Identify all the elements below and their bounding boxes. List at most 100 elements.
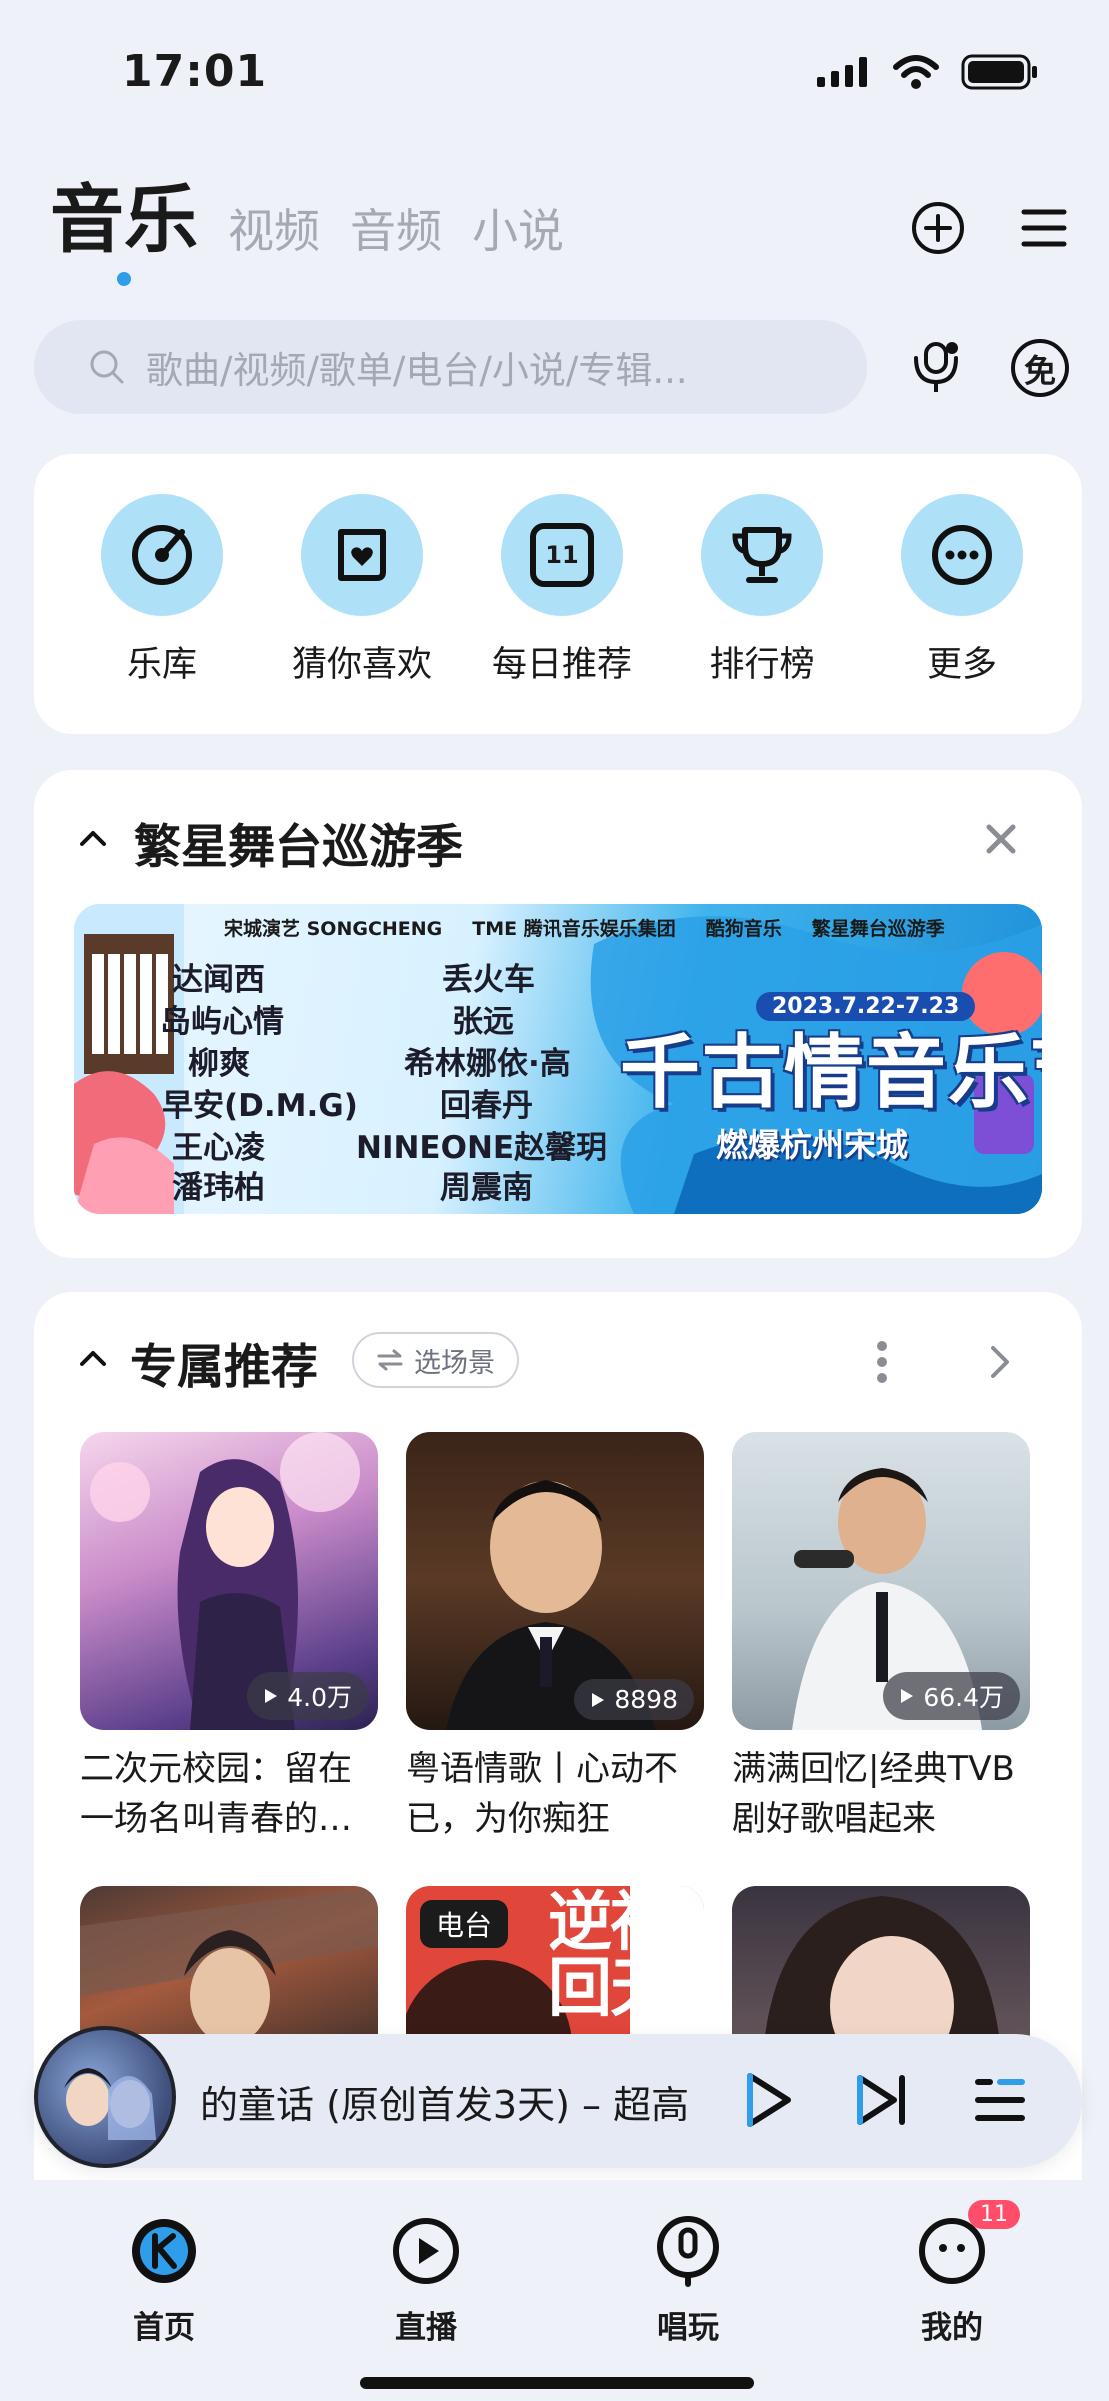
nav-home[interactable]: 首页: [94, 2214, 234, 2347]
music-disc-icon: [132, 525, 192, 585]
artist-name: 早安(D.M.G): [162, 1088, 358, 1124]
quick-entry-more[interactable]: 更多: [872, 494, 1052, 687]
playlist-cover: 66.4万: [732, 1432, 1030, 1730]
voice-search-icon[interactable]: [906, 336, 966, 396]
play-count-badge: 66.4万: [883, 1672, 1020, 1720]
close-icon[interactable]: [984, 822, 1018, 856]
home-indicator: [360, 2377, 754, 2389]
swap-icon: [377, 1349, 403, 1371]
nav-live[interactable]: 直播: [356, 2214, 496, 2347]
quick-entry-library[interactable]: 乐库: [72, 494, 252, 687]
logo-songcheng: 宋城演艺 SONGCHENG: [224, 918, 443, 940]
chevron-right-icon[interactable]: [988, 1344, 1012, 1380]
trophy-icon: [732, 527, 792, 583]
banner-headline: 千古情音乐节: [620, 1026, 1042, 1119]
play-icon: [592, 1692, 605, 1707]
play-icon[interactable]: [734, 2068, 798, 2132]
wifi-icon: [893, 55, 939, 89]
logo-tour: 繁星舞台巡游季: [811, 918, 945, 940]
tab-novel[interactable]: 小说: [472, 195, 564, 261]
menu-icon[interactable]: [1020, 204, 1068, 252]
nav-label: 直播: [395, 2310, 457, 2346]
quick-entry-label: 排行榜: [709, 645, 815, 685]
album-art: [64, 2068, 156, 2140]
play-count-badge: 4.0万: [247, 1672, 368, 1720]
play-icon: [265, 1689, 278, 1703]
quick-entry-label: 乐库: [126, 645, 197, 685]
tab-video[interactable]: 视频: [228, 195, 320, 261]
search-input[interactable]: 歌曲/视频/歌单/电台/小说/专辑...: [34, 320, 867, 414]
artist-name: NINEONE赵馨玥: [356, 1130, 608, 1166]
mini-player[interactable]: 的童话 (原创首发3天) – 超高: [34, 2026, 1082, 2168]
now-playing-title[interactable]: 的童话 (原创首发3天) – 超高: [200, 2074, 710, 2129]
sing-mic-icon: [657, 2216, 719, 2287]
search-placeholder: 歌曲/视频/歌单/电台/小说/专辑...: [146, 349, 688, 392]
artist-name: 王心凌: [172, 1130, 265, 1166]
play-count: 8898: [614, 1685, 678, 1714]
quick-entry-charts[interactable]: 排行榜: [672, 494, 852, 687]
scene-chip-label: 选场景: [414, 1347, 495, 1379]
battery-icon: [961, 54, 1037, 90]
logo-kugou: 酷狗音乐: [705, 918, 782, 940]
scene-select-button[interactable]: 选场景: [352, 1332, 519, 1388]
collapse-chevron-icon[interactable]: [78, 1348, 108, 1368]
more-vertical-icon[interactable]: [874, 1340, 890, 1384]
tab-audio[interactable]: 音频: [350, 195, 442, 261]
quick-entry-label: 更多: [926, 645, 997, 685]
playlist-title: 粤语情歌丨心动不已，为你痴狂: [406, 1749, 678, 1839]
tour-banner[interactable]: 宋城演艺 SONGCHENG TME 腾讯音乐娱乐集团 酷狗音乐 繁星舞台巡游季…: [74, 904, 1042, 1214]
radio-art-text: 逆神回天: [548, 1886, 674, 2026]
banner-logos: 宋城演艺 SONGCHENG TME 腾讯音乐娱乐集团 酷狗音乐 繁星舞台巡游季: [224, 914, 945, 941]
logo-tme: TME 腾讯音乐娱乐集团: [472, 918, 676, 940]
calendar-icon: 11: [530, 523, 594, 587]
calendar-date: 11: [545, 541, 579, 569]
collapse-chevron-icon[interactable]: [78, 828, 108, 848]
top-tabs: 音乐 视频 音频 小说: [50, 160, 564, 267]
artist-name: 回春丹: [440, 1088, 533, 1124]
play-count: 4.0万: [287, 1683, 352, 1712]
now-playing-cover[interactable]: [34, 2026, 176, 2168]
artist-name: 柳爽: [188, 1046, 250, 1082]
recommend-title: 专属推荐: [130, 1340, 318, 1395]
signal-icon: [817, 57, 867, 87]
nav-profile[interactable]: 11 我的: [882, 2200, 1022, 2347]
bottom-nav: 首页 直播 唱玩 11 我的: [0, 2180, 1109, 2401]
search-icon: [90, 350, 124, 384]
tab-music[interactable]: 音乐: [50, 160, 198, 267]
quick-entry-label: 猜你喜欢: [291, 645, 432, 685]
banner-subline: 燃爆杭州宋城: [716, 1126, 909, 1164]
playlist-tile[interactable]: 4.0万 二次元校园：留在一场名叫青春的…: [80, 1432, 378, 1844]
free-mode-button[interactable]: 免: [1008, 336, 1072, 400]
heart-card-icon: [338, 529, 386, 581]
status-time: 17:01: [122, 46, 268, 97]
nav-label: 首页: [133, 2310, 195, 2346]
quick-entries-card: 乐库 猜你喜欢 11 每日推荐 排行榜 更多: [34, 454, 1082, 734]
quick-entry-daily[interactable]: 11 每日推荐: [472, 494, 652, 687]
tour-title: 繁星舞台巡游季: [134, 820, 463, 875]
playlist-title: 二次元校园：留在一场名叫青春的…: [80, 1749, 352, 1839]
tour-card: 繁星舞台巡游季 宋城演艺 SONGCHENG TME 腾讯音乐娱乐集团 酷狗音乐: [34, 770, 1082, 1258]
artist-name: 岛屿心情: [160, 1004, 284, 1040]
notification-badge: 11: [968, 2200, 1020, 2229]
quick-entry-label: 每日推荐: [491, 645, 632, 685]
quick-entry-guess-you-like[interactable]: 猜你喜欢: [272, 494, 452, 687]
play-icon: [901, 1689, 914, 1703]
artist-name: 潘玮柏: [172, 1170, 265, 1206]
play-count-badge: 8898: [574, 1679, 694, 1720]
artist-name: 周震南: [440, 1170, 533, 1206]
playlist-tile[interactable]: 66.4万 满满回忆|经典TVB剧好歌唱起来: [732, 1432, 1030, 1844]
playlist-tile[interactable]: 8898 粤语情歌丨心动不已，为你痴狂: [406, 1432, 704, 1844]
artist-name: 达闻西: [172, 962, 265, 998]
playlist-cover: 8898: [406, 1432, 704, 1730]
more-icon: [932, 525, 992, 585]
playlist-title: 满满回忆|经典TVB剧好歌唱起来: [732, 1749, 1015, 1839]
nav-sing[interactable]: 唱玩: [618, 2214, 758, 2347]
artist-name: 丢火车: [442, 962, 535, 998]
nav-label: 唱玩: [657, 2310, 719, 2346]
next-track-icon[interactable]: [852, 2070, 912, 2130]
home-k-icon: [132, 2219, 196, 2283]
live-play-icon: [393, 2218, 459, 2284]
status-icons: [815, 54, 1039, 90]
playlist-queue-icon[interactable]: [972, 2072, 1028, 2128]
add-icon[interactable]: [910, 200, 966, 256]
